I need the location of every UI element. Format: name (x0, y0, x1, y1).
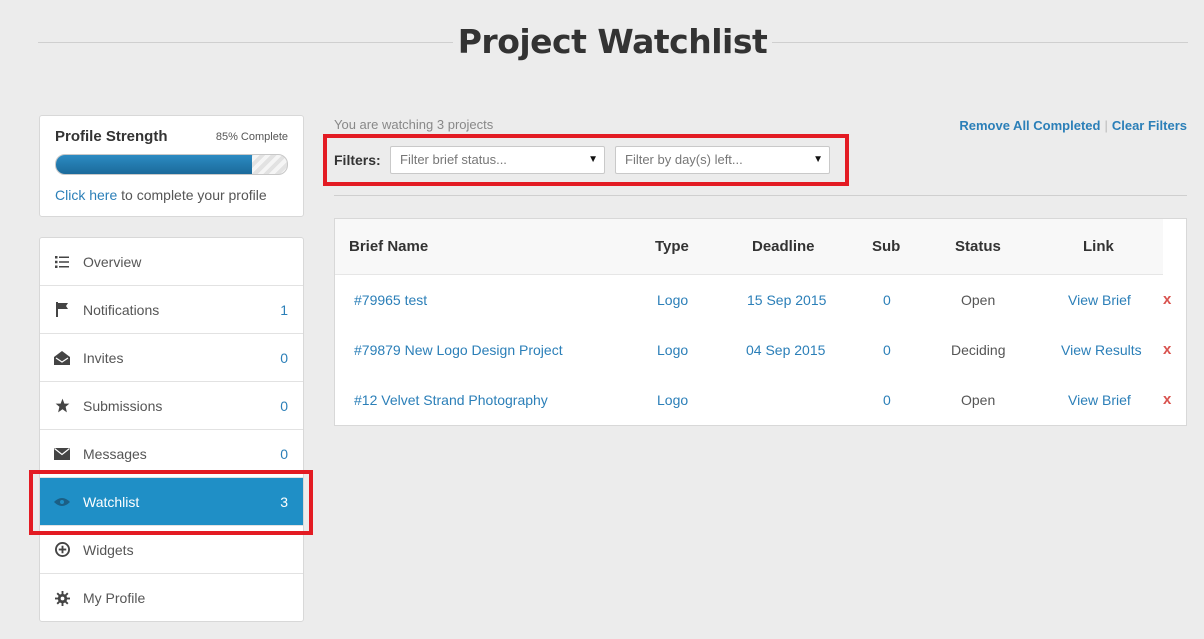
sidebar-item-label: Widgets (83, 542, 288, 558)
top-links: Remove All Completed | Clear Filters (959, 118, 1187, 133)
clear-filters-link[interactable]: Clear Filters (1112, 118, 1187, 133)
remove-row-button[interactable]: x (1163, 291, 1171, 308)
brief-name-link[interactable]: #12 Velvet Strand Photography (354, 392, 548, 408)
column-header-sub[interactable]: Sub (872, 238, 900, 255)
list-icon (54, 256, 70, 268)
brief-sub-count: 0 (883, 392, 891, 408)
brief-status: Open (961, 292, 995, 308)
brief-sub-count: 0 (883, 342, 891, 358)
view-brief-link[interactable]: View Brief (1068, 292, 1131, 308)
sidebar-item-my-profile[interactable]: My Profile (40, 574, 303, 622)
brief-type: Logo (657, 342, 688, 358)
brief-deadline: 04 Sep 2015 (746, 342, 825, 358)
profile-strength-card: Profile Strength 85% Complete Click here… (39, 115, 304, 217)
sidebar-item-label: Invites (83, 350, 280, 366)
watchlist-highlight-box (29, 470, 313, 535)
profile-percent-label: 85% Complete (216, 131, 288, 143)
view-results-link[interactable]: View Results (1061, 342, 1142, 358)
brief-status: Deciding (951, 342, 1005, 358)
envelope-icon (54, 448, 70, 460)
gear-icon (54, 591, 70, 606)
sidebar-item-label: Submissions (83, 398, 280, 414)
sidebar-item-notifications[interactable]: Notifications 1 (40, 286, 303, 334)
sidebar-item-submissions[interactable]: Submissions 0 (40, 382, 303, 430)
column-header-brief-name[interactable]: Brief Name (349, 238, 428, 255)
envelope-open-icon (54, 351, 70, 365)
sidebar-item-label: Messages (83, 446, 280, 462)
brief-status: Open (961, 392, 995, 408)
table-header-row: Brief Name Type Deadline Sub Status Link (335, 219, 1163, 275)
profile-progress-bar (55, 154, 288, 175)
column-header-status[interactable]: Status (955, 238, 1001, 255)
remove-all-completed-link[interactable]: Remove All Completed (959, 118, 1100, 133)
sidebar-item-invites[interactable]: Invites 0 (40, 334, 303, 382)
remove-row-button[interactable]: x (1163, 341, 1171, 358)
brief-type: Logo (657, 292, 688, 308)
sidebar-item-count: 0 (280, 398, 288, 414)
sidebar-item-label: My Profile (83, 590, 288, 606)
title-rule-right (772, 42, 1188, 43)
brief-name-link[interactable]: #79965 test (354, 292, 427, 308)
plus-circle-icon (54, 542, 70, 557)
brief-deadline: 15 Sep 2015 (747, 292, 826, 308)
main-divider (334, 195, 1187, 196)
column-header-link: Link (1083, 238, 1114, 255)
sidebar-item-label: Overview (83, 254, 288, 270)
link-separator: | (1104, 118, 1107, 133)
complete-profile-link[interactable]: Click here (55, 187, 117, 203)
star-icon (54, 398, 70, 413)
sidebar-item-count: 1 (280, 302, 288, 318)
flag-icon (54, 302, 70, 317)
watchlist-table: Brief Name Type Deadline Sub Status Link… (334, 218, 1187, 426)
brief-name-link[interactable]: #79879 New Logo Design Project (354, 342, 563, 358)
watching-count-text: You are watching 3 projects (334, 117, 493, 132)
sidebar-item-label: Notifications (83, 302, 280, 318)
profile-progress-fill (56, 155, 252, 174)
filters-highlight-box (323, 134, 849, 186)
column-header-type[interactable]: Type (655, 238, 689, 255)
sidebar-item-count: 0 (280, 350, 288, 366)
remove-row-button[interactable]: x (1163, 391, 1171, 408)
brief-type: Logo (657, 392, 688, 408)
view-brief-link[interactable]: View Brief (1068, 392, 1131, 408)
sidebar-item-overview[interactable]: Overview (40, 238, 303, 286)
sidebar-item-count: 0 (280, 446, 288, 462)
profile-strength-title: Profile Strength (55, 128, 168, 145)
title-rule-left (38, 42, 453, 43)
page-title: Project Watchlist (453, 22, 772, 61)
complete-profile-text: to complete your profile (117, 187, 266, 203)
sidebar-nav: Overview Notifications 1 Invites 0 Submi… (39, 237, 304, 622)
column-header-deadline[interactable]: Deadline (752, 238, 815, 255)
brief-sub-count: 0 (883, 292, 891, 308)
profile-complete-row: Click here to complete your profile (55, 187, 267, 203)
